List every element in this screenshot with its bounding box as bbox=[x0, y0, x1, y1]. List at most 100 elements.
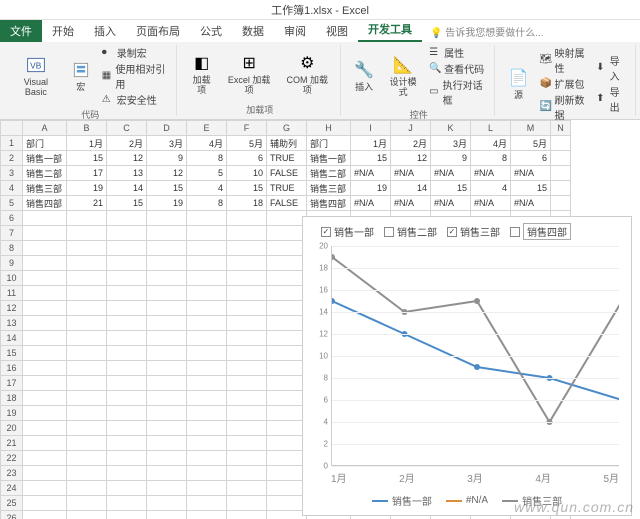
cell[interactable] bbox=[67, 481, 107, 496]
cell[interactable] bbox=[267, 316, 307, 331]
row-header[interactable]: 20 bbox=[1, 421, 23, 436]
cell[interactable] bbox=[23, 391, 67, 406]
cell[interactable] bbox=[147, 451, 187, 466]
cell[interactable] bbox=[67, 301, 107, 316]
view-code-button[interactable]: 🔍查看代码 bbox=[427, 61, 488, 76]
cell[interactable] bbox=[107, 451, 147, 466]
cell[interactable] bbox=[551, 196, 571, 211]
cell[interactable] bbox=[227, 286, 267, 301]
cell[interactable] bbox=[227, 406, 267, 421]
cell[interactable]: 销售三部 bbox=[23, 181, 67, 196]
cell[interactable]: 15 bbox=[351, 151, 391, 166]
cell[interactable] bbox=[551, 181, 571, 196]
cell[interactable] bbox=[187, 436, 227, 451]
cell[interactable] bbox=[187, 256, 227, 271]
cell[interactable] bbox=[147, 211, 187, 226]
cell[interactable] bbox=[147, 331, 187, 346]
cell[interactable] bbox=[187, 496, 227, 511]
cell[interactable] bbox=[107, 436, 147, 451]
cell[interactable] bbox=[23, 301, 67, 316]
cell[interactable]: 5月 bbox=[511, 136, 551, 151]
tab-review[interactable]: 审阅 bbox=[274, 20, 316, 42]
cell[interactable] bbox=[267, 391, 307, 406]
cell[interactable] bbox=[147, 256, 187, 271]
cell[interactable] bbox=[227, 226, 267, 241]
row-header[interactable]: 11 bbox=[1, 286, 23, 301]
cell[interactable] bbox=[227, 421, 267, 436]
cell[interactable] bbox=[107, 271, 147, 286]
cell[interactable] bbox=[227, 301, 267, 316]
cell[interactable]: 9 bbox=[431, 151, 471, 166]
macros-button[interactable]: 宏 bbox=[66, 57, 96, 95]
col-header[interactable]: M bbox=[511, 121, 551, 136]
cell[interactable] bbox=[67, 346, 107, 361]
cell[interactable]: 销售一部 bbox=[307, 151, 351, 166]
cell[interactable] bbox=[107, 406, 147, 421]
cell[interactable] bbox=[267, 226, 307, 241]
cell[interactable]: 1月 bbox=[67, 136, 107, 151]
col-header[interactable]: I bbox=[351, 121, 391, 136]
cell[interactable]: #N/A bbox=[351, 196, 391, 211]
col-header[interactable]: H bbox=[307, 121, 351, 136]
import-button[interactable]: ⬇导入 bbox=[594, 53, 629, 83]
insert-control-button[interactable]: 🔧插入 bbox=[349, 57, 379, 95]
cell[interactable]: 2月 bbox=[391, 136, 431, 151]
cell[interactable] bbox=[187, 361, 227, 376]
cell[interactable] bbox=[187, 406, 227, 421]
cell[interactable] bbox=[551, 136, 571, 151]
cell[interactable] bbox=[187, 226, 227, 241]
cell[interactable] bbox=[23, 271, 67, 286]
cell[interactable]: 辅助列 bbox=[267, 136, 307, 151]
cell[interactable] bbox=[23, 466, 67, 481]
cell[interactable]: FALSE bbox=[267, 166, 307, 181]
cell[interactable] bbox=[227, 481, 267, 496]
row-header[interactable]: 23 bbox=[1, 466, 23, 481]
row-header[interactable]: 24 bbox=[1, 481, 23, 496]
cell[interactable]: 9 bbox=[147, 151, 187, 166]
row-header[interactable]: 3 bbox=[1, 166, 23, 181]
export-button[interactable]: ⬆导出 bbox=[594, 84, 629, 114]
cell[interactable] bbox=[227, 391, 267, 406]
tab-home[interactable]: 开始 bbox=[42, 20, 84, 42]
col-header[interactable]: J bbox=[391, 121, 431, 136]
cell[interactable] bbox=[227, 436, 267, 451]
cell[interactable] bbox=[23, 241, 67, 256]
row-header[interactable]: 12 bbox=[1, 301, 23, 316]
cell[interactable] bbox=[267, 256, 307, 271]
tell-me[interactable]: 💡 告诉我您想要做什么... bbox=[422, 21, 552, 42]
cell[interactable] bbox=[107, 496, 147, 511]
cell[interactable] bbox=[147, 436, 187, 451]
cell[interactable]: 4月 bbox=[187, 136, 227, 151]
cell[interactable] bbox=[23, 436, 67, 451]
cell[interactable] bbox=[107, 316, 147, 331]
cell[interactable] bbox=[267, 466, 307, 481]
cell[interactable]: 15 bbox=[67, 151, 107, 166]
cell[interactable] bbox=[147, 466, 187, 481]
cell[interactable] bbox=[23, 316, 67, 331]
cell[interactable] bbox=[107, 331, 147, 346]
cell[interactable] bbox=[187, 346, 227, 361]
cell[interactable]: 19 bbox=[67, 181, 107, 196]
cell[interactable]: 销售一部 bbox=[23, 151, 67, 166]
cell[interactable] bbox=[23, 451, 67, 466]
cell[interactable] bbox=[67, 436, 107, 451]
cell[interactable] bbox=[227, 361, 267, 376]
cell[interactable]: 8 bbox=[187, 151, 227, 166]
cell[interactable] bbox=[107, 511, 147, 519]
cell[interactable] bbox=[187, 481, 227, 496]
cell[interactable] bbox=[147, 286, 187, 301]
cell[interactable] bbox=[23, 331, 67, 346]
cell[interactable] bbox=[227, 511, 267, 519]
row-header[interactable]: 4 bbox=[1, 181, 23, 196]
cell[interactable]: 12 bbox=[391, 151, 431, 166]
row-header[interactable]: 1 bbox=[1, 136, 23, 151]
cell[interactable] bbox=[147, 376, 187, 391]
visual-basic-button[interactable]: VB Visual Basic bbox=[10, 52, 62, 100]
cell[interactable]: #N/A bbox=[511, 196, 551, 211]
cell[interactable] bbox=[187, 391, 227, 406]
cell[interactable] bbox=[67, 316, 107, 331]
cell[interactable] bbox=[107, 226, 147, 241]
cell[interactable] bbox=[107, 376, 147, 391]
cell[interactable] bbox=[187, 466, 227, 481]
cell[interactable] bbox=[147, 481, 187, 496]
